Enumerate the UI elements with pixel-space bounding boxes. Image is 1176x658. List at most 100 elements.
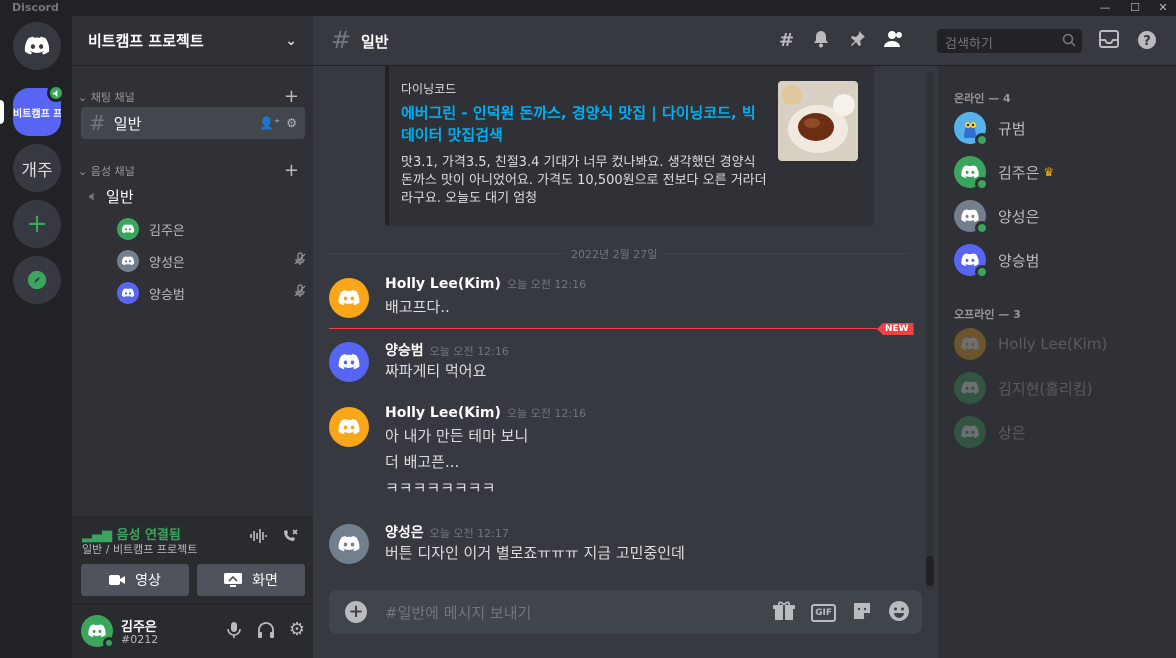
attach-plus-icon[interactable]: +: [345, 601, 367, 623]
sticker-icon[interactable]: [852, 601, 872, 625]
member-item[interactable]: 규범: [954, 107, 1164, 149]
gif-button[interactable]: GIF: [811, 604, 836, 622]
threads-icon[interactable]: #: [779, 30, 794, 52]
scrollbar-thumb[interactable]: [926, 556, 934, 586]
message-author[interactable]: 양승범: [385, 343, 424, 359]
channel-general-text[interactable]: # 일반 👤⁺ ⚙: [81, 107, 305, 139]
create-channel-icon[interactable]: +: [284, 160, 299, 181]
server-bitcamp[interactable]: 비트캠프 프로젝트: [13, 84, 65, 136]
channel-title: 일반: [361, 33, 389, 51]
invite-icon[interactable]: 👤⁺: [259, 116, 280, 130]
channel-sidebar: 비트캠프 프로젝트 ⌄ ⌄ 채팅 채널 + # 일반 👤⁺ ⚙ ⌄ 음성 채널 …: [72, 16, 313, 658]
voice-active-icon: [47, 84, 65, 102]
embed-provider[interactable]: 다이닝코드: [401, 80, 456, 97]
message-timestamp: 오늘 오전 12:16: [506, 407, 587, 420]
create-channel-icon[interactable]: +: [284, 86, 299, 107]
maximize-icon[interactable]: ☐: [1120, 0, 1150, 16]
member-item[interactable]: 상은: [954, 411, 1164, 453]
disconnect-icon[interactable]: [281, 528, 299, 548]
microphone-icon[interactable]: [225, 621, 243, 643]
avatar[interactable]: [329, 278, 369, 318]
voice-user-name: 김주은: [149, 223, 185, 239]
avatar[interactable]: [81, 615, 115, 649]
member-name: 규범: [998, 119, 1026, 138]
channel-name: 일반: [113, 114, 142, 133]
chevron-icon: ⌄: [78, 90, 91, 104]
voice-user-name: 양성은: [149, 255, 185, 271]
message-text: 배고프다..: [385, 298, 450, 316]
user-tag: #0212: [121, 633, 159, 646]
home-button[interactable]: [13, 22, 61, 70]
category-label: 음성 채널: [90, 164, 135, 178]
message-author[interactable]: Holly Lee(Kim): [385, 405, 501, 421]
online-status-dot: [103, 637, 115, 649]
inbox-icon[interactable]: [1099, 30, 1119, 54]
bell-icon[interactable]: [812, 30, 830, 52]
avatar: [117, 218, 139, 240]
user-panel: 김주은 #0212 ⚙: [72, 604, 313, 658]
avatar[interactable]: [329, 407, 369, 447]
channel-general-voice[interactable]: 🔈︎ 일반: [81, 180, 305, 212]
hash-icon: #: [331, 26, 352, 54]
screen-share-icon: [224, 573, 243, 587]
explore-servers-button[interactable]: [13, 256, 61, 304]
close-icon[interactable]: ✕: [1148, 0, 1176, 16]
voice-location: 일반 / 비트캠프 프로젝트: [82, 543, 198, 556]
avatar: [117, 250, 139, 272]
server-header[interactable]: 비트캠프 프로젝트 ⌄: [72, 16, 313, 66]
voice-user[interactable]: 양성은: [117, 248, 307, 274]
category-label: 채팅 채널: [90, 90, 135, 104]
member-item[interactable]: 양성은: [954, 195, 1164, 237]
minimize-icon[interactable]: —: [1090, 0, 1120, 16]
gear-icon[interactable]: ⚙: [286, 116, 297, 130]
member-item[interactable]: 양승범: [954, 239, 1164, 281]
avatar: [954, 244, 989, 279]
message-input[interactable]: #일반에 메시지 보내기: [385, 602, 531, 623]
settings-gear-icon[interactable]: ⚙: [289, 621, 305, 643]
chat-scrollbar[interactable]: [926, 71, 934, 591]
embed-title-link[interactable]: 에버그린 - 인덕원 돈까스, 경양식 맛집 | 다이닝코드, 빅데이터 맛집검…: [401, 102, 761, 146]
member-name: Holly Lee(Kim): [998, 335, 1108, 353]
pin-icon[interactable]: [848, 30, 866, 52]
emoji-icon[interactable]: [888, 600, 910, 626]
avatar: [954, 416, 986, 448]
avatar: [954, 200, 989, 235]
speaker-icon: 🔈︎: [89, 187, 99, 205]
screen-share-button[interactable]: 화면: [197, 564, 305, 596]
members-icon[interactable]: [884, 30, 904, 52]
message-author[interactable]: 양성은: [385, 525, 424, 541]
gift-icon[interactable]: [773, 601, 796, 625]
video-button[interactable]: 영상: [81, 564, 189, 596]
category-voice[interactable]: ⌄ 음성 채널 +: [78, 160, 303, 181]
online-status-dot: [975, 221, 989, 235]
channel-header: # 일반 # 검색하기 ?: [313, 16, 1176, 66]
embed-thumbnail[interactable]: [778, 81, 858, 161]
voice-user-name: 양승범: [149, 287, 185, 303]
message-text: ㅋㅋㅋㅋㅋㅋㅋㅋ: [385, 479, 496, 497]
voice-user[interactable]: 김주은: [117, 216, 307, 242]
avatar[interactable]: [329, 342, 369, 382]
member-item[interactable]: Holly Lee(Kim): [954, 323, 1164, 365]
avatar[interactable]: [329, 524, 369, 564]
new-badge: NEW: [877, 323, 914, 335]
member-item[interactable]: 김주은 ♛: [954, 151, 1164, 193]
date-divider-text: 2022년 2월 27일: [565, 246, 664, 262]
server-second[interactable]: 개주: [13, 144, 61, 192]
noise-suppression-icon[interactable]: [249, 528, 267, 548]
add-server-button[interactable]: +: [13, 200, 61, 248]
message-text: 짜파게티 먹어요: [385, 362, 487, 380]
headphones-icon[interactable]: [257, 621, 275, 643]
search-input[interactable]: 검색하기: [937, 29, 1082, 53]
category-text[interactable]: ⌄ 채팅 채널 +: [78, 86, 303, 107]
help-icon[interactable]: ?: [1137, 30, 1157, 54]
message-text: 버튼 디자인 이거 별로죠ㅠㅠㅠ 지금 고민중인데: [385, 544, 685, 562]
message-composer: + #일반에 메시지 보내기 GIF: [329, 590, 922, 634]
voice-user[interactable]: 양승범: [117, 280, 307, 306]
mic-muted-icon: [293, 284, 307, 302]
hash-icon: #: [89, 111, 106, 135]
message-author[interactable]: Holly Lee(Kim): [385, 276, 501, 292]
member-item[interactable]: 김지현(홀리킴): [954, 367, 1164, 409]
message-timestamp: 오늘 오전 12:17: [429, 527, 509, 540]
server-name: 비트캠프 프로젝트: [88, 32, 204, 50]
avatar: [954, 156, 989, 191]
